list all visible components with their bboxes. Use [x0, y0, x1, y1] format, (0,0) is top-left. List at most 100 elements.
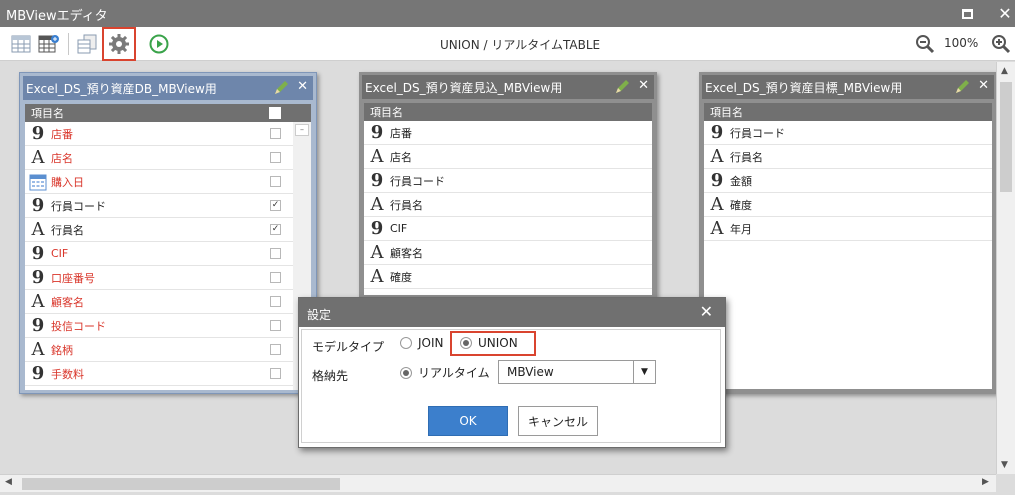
field-type: A: [364, 194, 390, 215]
chevron-down-icon[interactable]: ▼: [633, 361, 655, 383]
field-checkbox[interactable]: [270, 368, 281, 379]
zoom-out-button[interactable]: [912, 31, 938, 57]
pencil-icon[interactable]: [614, 79, 630, 95]
run-button[interactable]: [146, 31, 172, 57]
field-checkbox[interactable]: [270, 320, 281, 331]
field-row[interactable]: A 店名: [364, 145, 652, 169]
scroll-down-arrow[interactable]: ▼: [1001, 460, 1008, 470]
field-name: 行員名: [51, 223, 84, 237]
table-view-button[interactable]: [8, 31, 34, 57]
field-row[interactable]: A 行員名 ✓: [25, 218, 311, 242]
field-checkbox[interactable]: [270, 152, 281, 163]
field-list: 9 行員コード A 行員名 9 金額 A 確度 A 年月: [704, 121, 992, 241]
field-checkbox[interactable]: [270, 272, 281, 283]
field-row[interactable]: A 店名: [25, 146, 311, 170]
field-row[interactable]: 9 CIF: [364, 217, 652, 241]
field-row[interactable]: A 顧客名: [25, 290, 311, 314]
field-row[interactable]: A 確度: [704, 193, 992, 217]
ok-button[interactable]: OK: [428, 406, 508, 436]
field-checkbox[interactable]: [270, 248, 281, 259]
layout-button[interactable]: [74, 31, 100, 57]
field-name: 顧客名: [390, 246, 423, 260]
field-type: A: [704, 194, 730, 215]
settings-button[interactable]: [102, 27, 136, 61]
column-header-label: 項目名: [710, 106, 743, 119]
maximize-icon: [961, 8, 973, 19]
join-radio[interactable]: JOIN: [400, 336, 444, 350]
text-type-icon: A: [31, 339, 45, 360]
scroll-up-arrow[interactable]: ▲: [1001, 66, 1008, 76]
column-header-label: 項目名: [31, 107, 64, 120]
pencil-icon[interactable]: [273, 80, 289, 96]
panel-title: Excel_DS_預り資産見込_MBView用: [365, 80, 563, 95]
maximize-button[interactable]: [952, 0, 982, 27]
close-icon[interactable]: ✕: [638, 78, 649, 93]
field-checkbox[interactable]: ✓: [270, 224, 281, 235]
field-checkbox[interactable]: [270, 176, 281, 187]
text-type-icon: A: [370, 194, 384, 215]
number-type-icon: 9: [31, 123, 45, 144]
canvas-horizontal-scrollbar[interactable]: ◀ ▶: [0, 474, 996, 492]
close-window-button[interactable]: ✕: [990, 0, 1015, 27]
window-titlebar: MBViewエディタ ✕: [0, 0, 1015, 27]
field-row[interactable]: 9 行員コード ✓: [25, 194, 311, 218]
field-checkbox[interactable]: ✓: [270, 200, 281, 211]
field-row[interactable]: A 行員名: [704, 145, 992, 169]
field-row[interactable]: 9 行員コード: [364, 169, 652, 193]
field-row[interactable]: 9 店番: [25, 122, 311, 146]
cancel-button[interactable]: キャンセル: [518, 406, 598, 436]
text-type-icon: A: [31, 219, 45, 240]
add-table-button[interactable]: [36, 31, 62, 57]
field-checkbox[interactable]: [270, 128, 281, 139]
scroll-left-arrow[interactable]: ◀: [5, 477, 12, 487]
field-row[interactable]: 9 行員コード: [704, 121, 992, 145]
field-row[interactable]: A 銘柄: [25, 338, 311, 362]
field-row[interactable]: 購入日: [25, 170, 311, 194]
field-name: 銘柄: [51, 343, 73, 357]
field-type: A: [25, 339, 51, 360]
field-checkbox[interactable]: [270, 344, 281, 355]
field-row[interactable]: A 年月: [704, 217, 992, 241]
scroll-thumb[interactable]: [1000, 82, 1012, 192]
field-row[interactable]: 9 金額: [704, 169, 992, 193]
field-row[interactable]: 9 店番: [364, 121, 652, 145]
field-row[interactable]: 9 投信コード: [25, 314, 311, 338]
play-icon: [149, 34, 169, 54]
realtime-radio[interactable]: リアルタイム: [400, 364, 490, 381]
table-panel-forecast[interactable]: Excel_DS_預り資産見込_MBView用 ✕ 項目名 9 店番 A 店名 9 行員コ…: [359, 72, 657, 300]
zoom-in-button[interactable]: [988, 31, 1014, 57]
field-row[interactable]: 9 口座番号: [25, 266, 311, 290]
scroll-right-arrow[interactable]: ▶: [982, 477, 989, 487]
number-type-icon: 9: [370, 218, 384, 239]
field-row[interactable]: 9 手数料: [25, 362, 311, 386]
text-type-icon: A: [31, 147, 45, 168]
table-panel-target[interactable]: Excel_DS_預り資産目標_MBView用 ✕ 項目名 9 行員コード A 行員名…: [699, 72, 997, 394]
close-icon[interactable]: ✕: [978, 78, 989, 93]
scroll-thumb[interactable]: [22, 478, 340, 490]
toolbar-separator: [68, 33, 69, 55]
field-type: A: [364, 146, 390, 167]
field-row[interactable]: A 確度: [364, 265, 652, 289]
table-icon: [11, 35, 31, 53]
storage-select[interactable]: MBView ▼: [498, 360, 656, 384]
field-type: A: [704, 218, 730, 239]
number-type-icon: 9: [370, 122, 384, 143]
column-header: 項目名: [25, 104, 311, 122]
scroll-up-arrow[interactable]: –: [295, 124, 309, 136]
field-row[interactable]: A 行員名: [364, 193, 652, 217]
canvas-vertical-scrollbar[interactable]: ▲ ▼: [996, 62, 1015, 474]
dialog-close-icon[interactable]: ✕: [700, 302, 713, 321]
table-panel-db[interactable]: Excel_DS_預り資産DB_MBView用 ✕ 項目名 9 店番 A 店名 購入日 9…: [19, 72, 317, 394]
field-name: 口座番号: [51, 271, 95, 285]
field-checkbox[interactable]: [270, 296, 281, 307]
select-all-checkbox[interactable]: [269, 107, 281, 119]
number-type-icon: 9: [31, 315, 45, 336]
close-icon[interactable]: ✕: [297, 79, 308, 94]
pencil-icon[interactable]: [954, 79, 970, 95]
field-row[interactable]: A 顧客名: [364, 241, 652, 265]
text-type-icon: A: [710, 146, 724, 167]
zoom-in-icon: [992, 35, 1011, 54]
field-row[interactable]: 9 CIF: [25, 242, 311, 266]
union-radio[interactable]: UNION: [460, 336, 518, 350]
dialog-body: モデルタイプ JOIN UNION 格納先 リアルタイム MBView ▼ OK…: [301, 329, 721, 443]
